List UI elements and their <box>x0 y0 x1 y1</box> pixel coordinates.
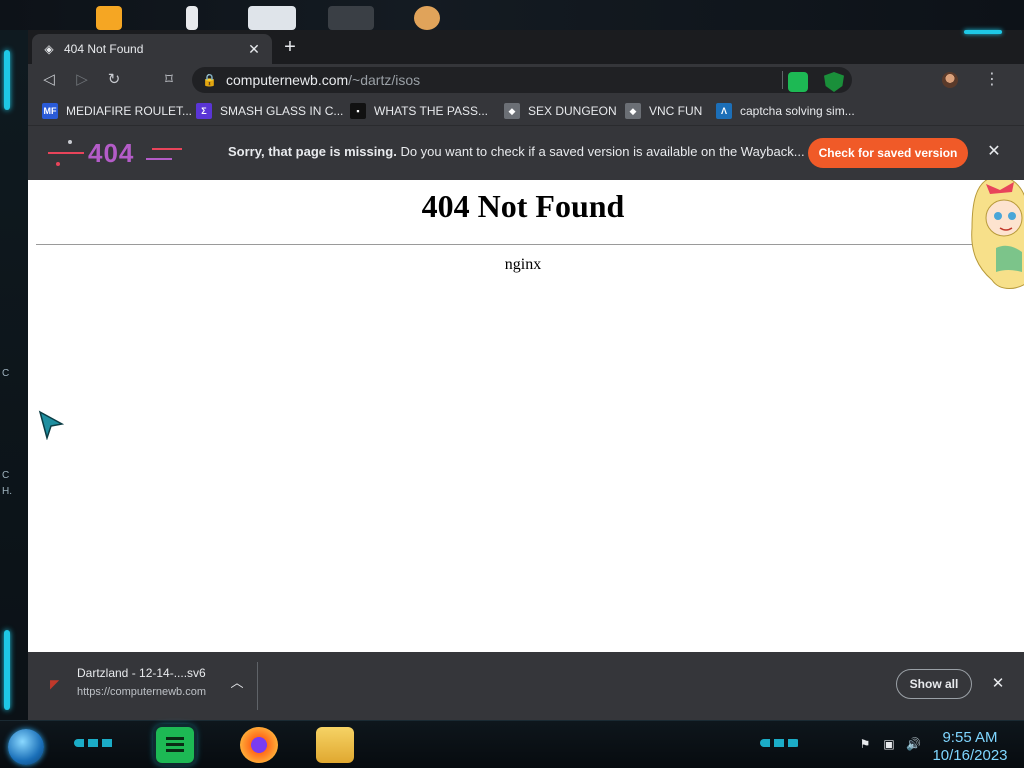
start-button[interactable] <box>8 729 44 765</box>
bookmark-favicon: MF <box>42 103 58 119</box>
bookmark-favicon: Σ <box>196 103 212 119</box>
plus-icon[interactable]: + <box>280 37 300 58</box>
desktop-icon[interactable] <box>414 6 440 30</box>
download-source-url: https://computernewb.com <box>77 686 207 698</box>
kebab-menu-icon[interactable]: ⋮ <box>982 69 1002 91</box>
neon-accent <box>4 630 10 710</box>
bookmark-label: MEDIAFIRE ROULET... <box>66 104 193 118</box>
firefox-icon[interactable] <box>240 727 278 763</box>
clock-date: 10/16/2023 <box>932 747 1008 764</box>
bookmark-item[interactable]: ◆ VNC FUN <box>625 102 702 120</box>
bookmark-label: WHATS THE PASS... <box>374 104 489 118</box>
bookmarks-bar: MF MEDIAFIRE ROULET... Σ SMASH GLASS IN … <box>28 96 1024 126</box>
download-item[interactable]: ◤ Dartzland - 12-14-....sv6 https://comp… <box>44 662 258 710</box>
shield-extension-icon[interactable] <box>824 72 844 92</box>
desktop-icon-label: C <box>2 470 10 481</box>
lock-icon[interactable]: 🔒 <box>202 73 220 87</box>
download-shelf: ◤ Dartzland - 12-14-....sv6 https://comp… <box>28 652 1024 720</box>
desktop-icon[interactable] <box>96 6 122 30</box>
bookmark-label: VNC FUN <box>649 104 703 118</box>
neon-accent <box>760 739 800 747</box>
desktop-icon[interactable] <box>328 6 374 30</box>
profile-avatar[interactable] <box>942 72 958 88</box>
volume-icon[interactable]: 🔊 <box>906 737 921 751</box>
wayback-message-rest: Do you want to check if a saved version … <box>400 144 805 159</box>
chevron-up-icon[interactable]: ︿ <box>228 674 246 692</box>
server-name: nginx <box>504 256 542 273</box>
divider <box>782 71 783 89</box>
close-icon[interactable]: ✕ <box>246 41 262 57</box>
bookmark-item[interactable]: MF MEDIAFIRE ROULET... <box>42 102 192 120</box>
network-icon[interactable]: ▣ <box>882 737 896 751</box>
close-icon[interactable]: ✕ <box>984 142 1004 162</box>
clock-time: 9:55 AM <box>942 729 998 746</box>
close-icon[interactable]: ✕ <box>988 674 1008 694</box>
notes-app-icon[interactable] <box>156 727 194 763</box>
mouse-cursor <box>38 410 64 440</box>
bookmark-label: SMASH GLASS IN C... <box>220 104 344 118</box>
bookmark-favicon: ◆ <box>625 103 641 119</box>
bookmark-label: SEX DUNGEON <box>528 104 617 118</box>
desktop-icon-label: C <box>2 368 10 379</box>
extension-icon[interactable] <box>788 72 808 92</box>
file-icon: ◤ <box>50 677 60 691</box>
back-icon[interactable]: ◁ <box>38 69 60 91</box>
desktop-top-strip <box>0 0 1024 30</box>
tab-title: 404 Not Found <box>64 42 144 56</box>
flag-icon[interactable]: ⚑ <box>858 737 872 751</box>
system-clock[interactable]: 9:55 AM 10/16/2023 <box>928 729 1012 765</box>
bookmark-item[interactable]: Σ SMASH GLASS IN C... <box>196 102 343 120</box>
page-title: 404 Not Found <box>421 188 625 224</box>
wayback-banner: 404 Sorry, that page is missing. Do you … <box>28 126 1024 180</box>
bookmark-label: captcha solving sim... <box>740 104 855 118</box>
cartoon-character-sticker <box>971 180 1024 289</box>
bookmark-favicon: ▪ <box>350 103 366 119</box>
desktop-icon[interactable] <box>248 6 296 30</box>
forward-icon[interactable]: ▷ <box>71 69 93 91</box>
nginx-icon: ◈ <box>44 42 54 56</box>
url-host: computernewb.com <box>226 72 349 88</box>
bookmark-favicon: Λ <box>716 103 732 119</box>
wayback-logo-text: 404 <box>88 138 135 168</box>
tab-strip: ◈ 404 Not Found ✕ + <box>28 30 1024 64</box>
bookmark-item[interactable]: Λ captcha solving sim... <box>716 102 855 120</box>
bookmark-item[interactable]: ◆ SEX DUNGEON <box>504 102 617 120</box>
desktop-icon-label: H. <box>2 486 12 497</box>
page-content: 404 Not Found nginx <box>28 180 1024 652</box>
wayback-message-bold: Sorry, that page is missing. <box>228 144 397 159</box>
url-path: /~dartz/isos <box>348 72 421 88</box>
show-all-button[interactable]: Show all <box>896 669 972 699</box>
neon-accent <box>964 30 1002 34</box>
reload-icon[interactable]: ↻ <box>103 69 125 91</box>
neon-accent <box>74 739 116 747</box>
bookmark-item[interactable]: ▪ WHATS THE PASS... <box>350 102 488 120</box>
desktop-icon[interactable] <box>186 6 198 30</box>
neon-accent <box>4 50 10 110</box>
download-file-name: Dartzland - 12-14-....sv6 <box>77 666 206 680</box>
taskbar: ⚑ ▣ 🔊 9:55 AM 10/16/2023 <box>0 720 1024 768</box>
browser-window: ◈ 404 Not Found ✕ + ◁ ▷ ↻ ⌑ 🔒 computerne… <box>28 30 1024 720</box>
file-explorer-icon[interactable] <box>316 727 354 763</box>
toolbar: ◁ ▷ ↻ ⌑ 🔒 computernewb.com /~dartz/isos … <box>28 64 1024 96</box>
wayback-message: Sorry, that page is missing. Do you want… <box>228 144 805 159</box>
wayback-404-logo: 404 <box>48 134 188 172</box>
bookmark-icon[interactable]: ⌑ <box>158 69 180 91</box>
address-bar[interactable]: 🔒 computernewb.com /~dartz/isos <box>192 67 852 93</box>
check-saved-version-button[interactable]: Check for saved version <box>808 138 968 168</box>
tab-active[interactable]: ◈ 404 Not Found ✕ <box>32 34 272 64</box>
desktop-left-strip: C C H. <box>0 30 28 730</box>
divider <box>36 244 1012 245</box>
bookmark-favicon: ◆ <box>504 103 520 119</box>
